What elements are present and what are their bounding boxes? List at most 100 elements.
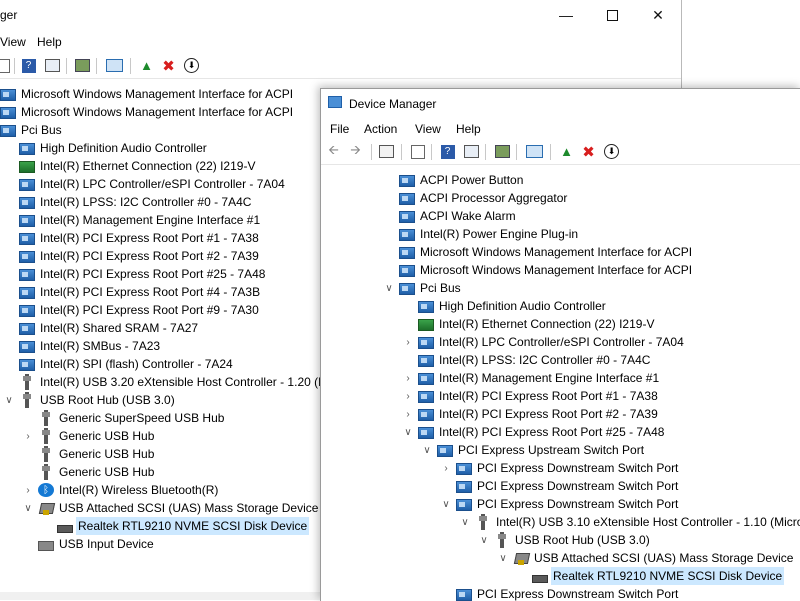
chevron-right-icon[interactable]: ›: [22, 481, 34, 499]
tree-row[interactable]: ∨ USB Root Hub (USB 3.0): [478, 531, 652, 549]
tree-row[interactable]: PCI Express Downstream Switch Port: [440, 585, 680, 601]
tree-row[interactable]: Intel(R) Management Engine Interface #1: [3, 211, 262, 229]
tree-row-label: USB Root Hub (USB 3.0): [40, 393, 175, 407]
tree-row[interactable]: Intel(R) PCI Express Root Port #9 - 7A30: [3, 301, 261, 319]
tree-row[interactable]: Intel(R) PCI Express Root Port #4 - 7A3B: [3, 283, 262, 301]
properties-icon[interactable]: [0, 57, 11, 74]
update-driver-icon[interactable]: ▲: [558, 143, 575, 160]
tree-row[interactable]: Intel(R) USB 3.20 eXtensible Host Contro…: [3, 373, 349, 391]
menu-help[interactable]: Help: [456, 122, 481, 136]
chevron-down-icon[interactable]: ∨: [497, 549, 509, 567]
update-driver-icon[interactable]: ▲: [138, 57, 155, 74]
maximize-button[interactable]: [589, 0, 635, 30]
tree-row[interactable]: PCI Express Downstream Switch Port: [440, 477, 680, 495]
tree-row[interactable]: Intel(R) LPC Controller/eSPI Controller …: [3, 175, 287, 193]
chevron-right-icon[interactable]: ›: [402, 369, 414, 387]
tree-row[interactable]: ∨ USB Attached SCSI (UAS) Mass Storage De…: [497, 549, 795, 567]
scsi-icon: [38, 501, 54, 515]
console-tree-icon[interactable]: [378, 143, 395, 160]
tree-row[interactable]: ∨ USB Attached SCSI (UAS) Mass Storage De…: [22, 499, 320, 517]
chevron-down-icon[interactable]: ∨: [3, 391, 15, 409]
tree-row[interactable]: Microsoft Windows Management Interface f…: [383, 261, 694, 279]
back-arrow-icon[interactable]: 🡨: [325, 142, 342, 160]
menu-view[interactable]: View: [415, 122, 441, 136]
chevron-down-icon[interactable]: ∨: [383, 279, 395, 297]
tree-row-label: Intel(R) PCI Express Root Port #9 - 7A30: [40, 303, 259, 317]
tree-row[interactable]: ∨ PCI Express Upstream Switch Port: [421, 441, 646, 459]
tree-row-label: Generic SuperSpeed USB Hub: [59, 411, 225, 425]
chevron-right-icon[interactable]: ›: [402, 387, 414, 405]
chevron-down-icon[interactable]: ∨: [440, 495, 452, 513]
tree-row[interactable]: Intel(R) Ethernet Connection (22) I219-V: [402, 315, 656, 333]
monitor-icon[interactable]: [526, 143, 543, 160]
menu-view[interactable]: View: [0, 35, 26, 49]
chevron-down-icon[interactable]: ∨: [402, 423, 414, 441]
tree-row[interactable]: Realtek RTL9210 NVME SCSI Disk Device: [41, 517, 310, 535]
tree-row[interactable]: › Intel(R) PCI Express Root Port #2 - 7A3…: [402, 405, 660, 423]
tree-row[interactable]: Pci Bus: [0, 121, 64, 139]
chevron-down-icon[interactable]: ∨: [22, 499, 34, 517]
close-button[interactable]: ✕: [635, 0, 681, 30]
forward-arrow-icon[interactable]: 🡪: [347, 142, 364, 160]
chevron-right-icon[interactable]: ›: [402, 405, 414, 423]
tree-row[interactable]: Intel(R) Shared SRAM - 7A27: [3, 319, 200, 337]
tree-row[interactable]: › Intel(R) Management Engine Interface #1: [402, 369, 661, 387]
help-icon[interactable]: ?: [439, 143, 456, 160]
tree-row[interactable]: › Intel(R) LPC Controller/eSPI Controller…: [402, 333, 686, 351]
tree-row[interactable]: Microsoft Windows Management Interface f…: [383, 243, 694, 261]
tree-row[interactable]: ACPI Power Button: [383, 171, 525, 189]
tree-row[interactable]: ∨ Pci Bus: [383, 279, 463, 297]
tree-row[interactable]: Microsoft Windows Management Interface f…: [0, 103, 295, 121]
tree-row[interactable]: Generic SuperSpeed USB Hub: [22, 409, 226, 427]
tree-row[interactable]: Intel(R) LPSS: I2C Controller #0 - 7A4C: [402, 351, 652, 369]
tree-row[interactable]: USB Input Device: [22, 535, 156, 553]
tree-row[interactable]: Intel(R) SMBus - 7A23: [3, 337, 162, 355]
monitor-icon[interactable]: [106, 57, 123, 74]
properties-icon[interactable]: [409, 143, 426, 160]
tree-row[interactable]: ACPI Wake Alarm: [383, 207, 518, 225]
view-icon[interactable]: [44, 57, 61, 74]
tree-row[interactable]: Realtek RTL9210 NVME SCSI Disk Device: [516, 567, 785, 585]
tree-row[interactable]: Intel(R) PCI Express Root Port #25 - 7A4…: [3, 265, 267, 283]
chevron-right-icon[interactable]: ›: [440, 459, 452, 477]
tree-row[interactable]: Generic USB Hub: [22, 463, 156, 481]
tree-row[interactable]: › ᛒ Intel(R) Wireless Bluetooth(R): [22, 481, 220, 499]
tree-row[interactable]: Intel(R) PCI Express Root Port #2 - 7A39: [3, 247, 261, 265]
tree-row[interactable]: ∨ Intel(R) PCI Express Root Port #25 - 7A…: [402, 423, 666, 441]
scan-hardware-icon[interactable]: [494, 143, 511, 160]
device-tree[interactable]: ACPI Power Button ACPI Processor Aggregat…: [321, 169, 800, 601]
tree-row[interactable]: Intel(R) Power Engine Plug-in: [383, 225, 580, 243]
tree-row[interactable]: ∨ Intel(R) USB 3.10 eXtensible Host Contr…: [459, 513, 800, 531]
horizontal-scrollbar[interactable]: [0, 592, 320, 600]
view-icon[interactable]: [463, 143, 480, 160]
menu-action[interactable]: Action: [364, 122, 397, 136]
tree-row[interactable]: ∨ PCI Express Downstream Switch Port: [440, 495, 680, 513]
chevron-down-icon[interactable]: ∨: [459, 513, 471, 531]
tree-row[interactable]: › Generic USB Hub: [22, 427, 156, 445]
download-icon[interactable]: ⬇: [183, 57, 200, 74]
tree-row[interactable]: Intel(R) PCI Express Root Port #1 - 7A38: [3, 229, 261, 247]
tree-row[interactable]: ACPI Processor Aggregator: [383, 189, 569, 207]
minimize-button[interactable]: —: [543, 0, 589, 30]
menu-help[interactable]: Help: [37, 35, 62, 49]
tree-row[interactable]: Microsoft Windows Management Interface f…: [0, 85, 295, 103]
tree-row[interactable]: › Intel(R) PCI Express Root Port #1 - 7A3…: [402, 387, 660, 405]
chevron-right-icon[interactable]: ›: [402, 333, 414, 351]
tree-row[interactable]: Intel(R) Ethernet Connection (22) I219-V: [3, 157, 257, 175]
tree-row[interactable]: Generic USB Hub: [22, 445, 156, 463]
tree-row[interactable]: ∨ USB Root Hub (USB 3.0): [3, 391, 177, 409]
tree-row[interactable]: Intel(R) LPSS: I2C Controller #0 - 7A4C: [3, 193, 253, 211]
chevron-down-icon[interactable]: ∨: [421, 441, 433, 459]
menu-file[interactable]: File: [330, 122, 349, 136]
uninstall-icon[interactable]: ✖: [580, 143, 597, 161]
chevron-down-icon[interactable]: ∨: [478, 531, 490, 549]
scan-hardware-icon[interactable]: [74, 57, 91, 74]
help-icon[interactable]: ?: [20, 57, 37, 74]
tree-row[interactable]: High Definition Audio Controller: [3, 139, 209, 157]
chevron-right-icon[interactable]: ›: [22, 427, 34, 445]
download-icon[interactable]: ⬇: [603, 143, 620, 160]
tree-row[interactable]: High Definition Audio Controller: [402, 297, 608, 315]
uninstall-icon[interactable]: ✖: [160, 57, 177, 75]
tree-row[interactable]: Intel(R) SPI (flash) Controller - 7A24: [3, 355, 235, 373]
tree-row[interactable]: › PCI Express Downstream Switch Port: [440, 459, 680, 477]
